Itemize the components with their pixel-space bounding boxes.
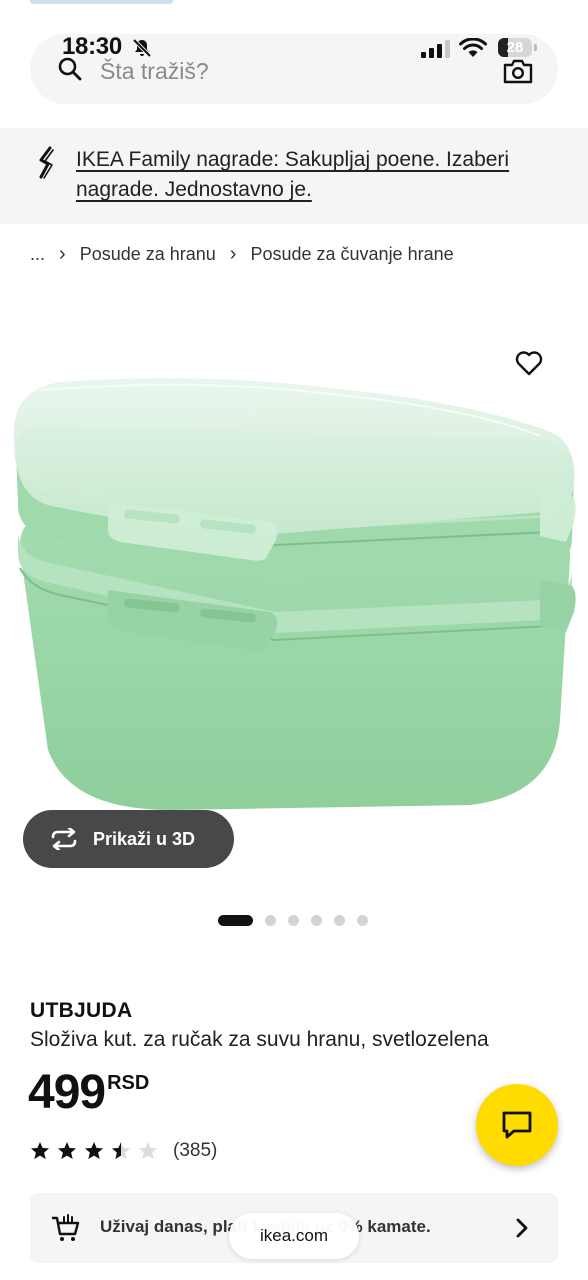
wifi-icon <box>459 38 487 57</box>
price-value: 499 <box>28 1066 106 1119</box>
star-icon <box>139 1142 157 1159</box>
cart-icon <box>52 1214 80 1241</box>
heart-icon <box>515 351 543 376</box>
browser-top-indicator <box>30 0 173 4</box>
star-icon <box>85 1142 103 1159</box>
family-link-icon <box>39 146 54 179</box>
product-image[interactable] <box>0 290 588 890</box>
search-input[interactable]: Šta tražiš? <box>100 58 209 85</box>
signal-icon <box>421 40 450 58</box>
star-icon <box>58 1142 76 1159</box>
battery-tip <box>534 44 537 51</box>
chat-icon <box>502 1111 532 1139</box>
product-rating[interactable]: (385) <box>30 1140 217 1162</box>
view-3d-label: Prikaži u 3D <box>93 828 196 849</box>
chat-button[interactable] <box>476 1084 558 1166</box>
star-icon <box>31 1142 49 1159</box>
camera-icon[interactable] <box>503 58 533 84</box>
browser-url-bar[interactable]: ikea.com <box>229 1213 359 1259</box>
pagination-dot[interactable] <box>288 915 299 926</box>
product-name: UTBJUDA <box>30 999 133 1022</box>
pagination-dot[interactable] <box>265 915 276 926</box>
favorite-button[interactable] <box>512 346 546 380</box>
battery-percent: 28 <box>506 39 524 56</box>
bell-slash-icon <box>132 38 152 58</box>
chevron-right-icon[interactable] <box>514 1216 530 1240</box>
breadcrumb: ... › Posude za hranu › Posude za čuvanj… <box>30 243 454 266</box>
chevron-right-icon: › <box>229 243 237 265</box>
rotate-3d-icon <box>51 828 77 850</box>
product-price: 499 RSD <box>28 1066 149 1120</box>
rating-count: (385) <box>173 1140 218 1161</box>
price-currency: RSD <box>107 1072 150 1094</box>
pagination-dot[interactable] <box>218 915 253 926</box>
breadcrumb-item-food-storage[interactable]: Posude za čuvanje hrane <box>250 244 453 265</box>
family-rewards-link[interactable]: IKEA Family nagrade: Sakupljaj poene. Iz… <box>76 145 546 205</box>
image-pagination <box>218 915 380 926</box>
view-3d-button[interactable]: Prikaži u 3D <box>23 810 234 868</box>
star-icon <box>112 1142 130 1159</box>
search-icon[interactable] <box>57 56 83 82</box>
battery-indicator: 28 <box>498 38 532 57</box>
product-description: Složiva kut. za ručak za suvu hranu, sve… <box>30 1028 489 1051</box>
pagination-dot[interactable] <box>311 915 322 926</box>
pagination-dot[interactable] <box>334 915 345 926</box>
breadcrumb-item-food-containers[interactable]: Posude za hranu <box>80 244 216 265</box>
rating-stars <box>30 1141 165 1161</box>
chevron-right-icon: › <box>59 243 66 265</box>
pagination-dot[interactable] <box>357 915 368 926</box>
breadcrumb-item-more[interactable]: ... <box>30 244 45 265</box>
